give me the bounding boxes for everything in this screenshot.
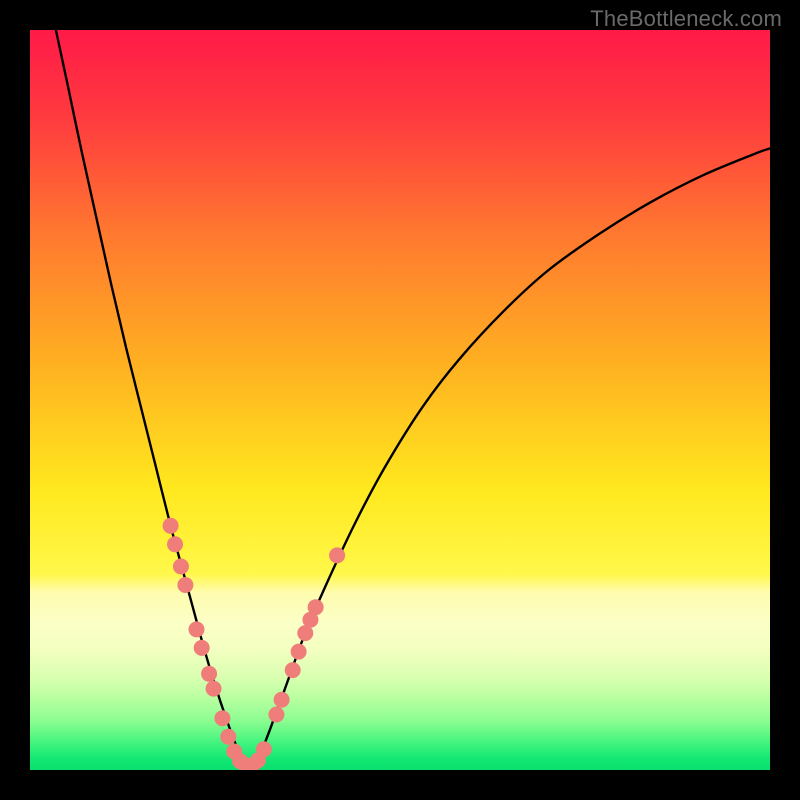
data-marker <box>177 577 193 593</box>
data-marker <box>220 729 236 745</box>
data-marker <box>173 559 189 575</box>
data-marker <box>189 621 205 637</box>
data-marker <box>163 518 179 534</box>
bottleneck-curve <box>56 30 770 767</box>
data-marker <box>194 640 210 656</box>
data-marker <box>291 644 307 660</box>
watermark-text: TheBottleneck.com <box>590 6 782 32</box>
data-marker <box>329 547 345 563</box>
data-marker <box>214 710 230 726</box>
curve-layer <box>30 30 770 770</box>
data-marker <box>167 536 183 552</box>
data-marker <box>256 741 272 757</box>
data-marker <box>201 666 217 682</box>
data-marker <box>274 692 290 708</box>
plot-area <box>30 30 770 770</box>
data-marker <box>268 707 284 723</box>
data-marker <box>285 662 301 678</box>
chart-stage: TheBottleneck.com <box>0 0 800 800</box>
data-marker <box>308 599 324 615</box>
marker-group <box>163 518 346 770</box>
data-marker <box>206 681 222 697</box>
